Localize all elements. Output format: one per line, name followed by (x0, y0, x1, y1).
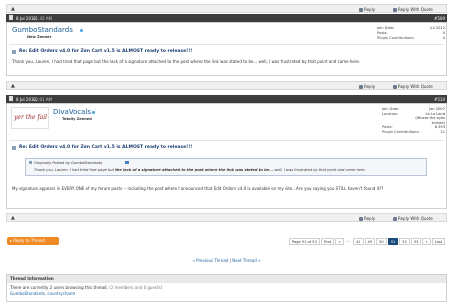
post-title: Re: Edit Orders v4.0 for Zen Cart v1.5 i… (19, 145, 193, 150)
reply-button[interactable]: Reply (359, 7, 375, 12)
post-header: 8 Jul 2012, 01:42 AM #509 (6, 14, 447, 22)
reply-icon (359, 84, 363, 89)
thread-information-header: Thread Information (7, 275, 446, 283)
thread-information: Thread Information There are currently 2… (6, 274, 447, 302)
arrow-up-icon[interactable]: ▲ (11, 215, 15, 221)
post-message: My signature appears in EVERY ONE of my … (12, 186, 384, 191)
reply-icon (359, 7, 363, 12)
page-49[interactable]: 49 (364, 237, 376, 245)
page-52[interactable]: 52 (399, 237, 410, 245)
quote-icon (29, 161, 32, 164)
page-prev[interactable]: « (335, 237, 344, 245)
divider (9, 44, 444, 45)
page-last[interactable]: Last (431, 237, 446, 245)
post-controls-top: ▲ Reply Reply With Quote (6, 4, 447, 13)
page-ellipsis: ... (344, 237, 352, 245)
reply-with-quote-button[interactable]: Reply With Quote (393, 7, 433, 12)
browsing-users-links[interactable]: GumboStandards, countrycharm (10, 291, 75, 296)
post-message: Thank you, Lauren. I had tried that page… (12, 59, 361, 64)
page-51-current: 51 (387, 237, 399, 245)
page-label: Page 51 of 53 (289, 237, 320, 245)
post-title: Re: Edit Orders v4.0 for Zen Cart v1.5 i… (19, 49, 193, 54)
post-icon (9, 15, 13, 20)
pagination: Page 51 of 53 First « ... 41 49 50 51 52… (288, 237, 446, 245)
view-post-icon[interactable] (125, 161, 129, 164)
reply-with-quote-button[interactable]: Reply With Quote (393, 84, 433, 89)
user-rank: Totally Zenned (62, 117, 92, 121)
user-stats: Join Date: Jul 2012 Posts: 4 Plugin Contri… (377, 26, 445, 40)
username-link[interactable]: GumboStandards (12, 26, 73, 34)
avatar[interactable]: yer the fail (11, 107, 49, 129)
page-41[interactable]: 41 (352, 237, 364, 245)
user-rank: New Zenner (27, 35, 52, 39)
reply-button[interactable]: Reply (359, 84, 375, 89)
quote-icon (393, 216, 397, 221)
thread-browsing-text: There are currently 2 users browsing thi… (10, 285, 163, 290)
post-509: GumboStandards New Zenner Join Date: Jul … (6, 22, 447, 76)
post-icon (9, 96, 13, 101)
post-title-icon (12, 146, 16, 150)
username-link[interactable]: DivaVocals (53, 108, 91, 116)
next-thread-link[interactable]: Next Thread » (232, 258, 260, 263)
reply-with-quote-button[interactable]: Reply With Quote (393, 216, 433, 221)
quote-text: Thank you, Lauren. I had tried that page… (34, 168, 366, 172)
reply-to-thread-button[interactable]: ▸ Reply to Thread (7, 237, 59, 245)
quote-box: Originally Posted by GumboStandards Than… (25, 158, 427, 176)
post-header: 8 Jul 2012, 02:01 AM #510 (6, 95, 447, 103)
arrow-up-icon[interactable]: ▲ (11, 6, 15, 12)
thread-nav-separator: | (229, 258, 231, 263)
reply-button[interactable]: Reply (359, 216, 375, 221)
quote-icon (393, 7, 397, 12)
post-controls-mid: ▲ Reply Reply With Quote (6, 81, 447, 90)
online-status-icon (80, 29, 83, 32)
reply-icon (359, 216, 363, 221)
post-title-icon (12, 50, 16, 54)
post-510: yer the fail DivaVocals Totally Zenned J… (6, 103, 447, 209)
page-50[interactable]: 50 (376, 237, 387, 245)
thread-users-list: GumboStandards, countrycharm (7, 290, 446, 297)
user-stats: Join Date: Jan 2007 Location: La La Land (… (382, 107, 445, 134)
divider (9, 140, 444, 141)
post-number[interactable]: #509 (434, 16, 445, 21)
post-time: 02:01 AM (33, 96, 52, 102)
arrow-up-icon[interactable]: ▲ (11, 83, 15, 89)
page-next[interactable]: » (422, 237, 431, 245)
post-controls-bottom: ▲ Reply Reply With Quote (6, 213, 447, 222)
post-number[interactable]: #510 (434, 97, 445, 102)
quote-icon (393, 84, 397, 89)
page-first[interactable]: First (320, 237, 335, 245)
post-time: 01:42 AM (33, 15, 52, 21)
thread-navigation: « Previous Thread | Next Thread » (0, 258, 453, 263)
page-53[interactable]: 53 (410, 237, 422, 245)
quote-header: Originally Posted by GumboStandards (34, 160, 103, 165)
avatar-text: yer the fail (14, 114, 48, 121)
previous-thread-link[interactable]: « Previous Thread (192, 258, 228, 263)
online-status-icon (92, 111, 95, 114)
